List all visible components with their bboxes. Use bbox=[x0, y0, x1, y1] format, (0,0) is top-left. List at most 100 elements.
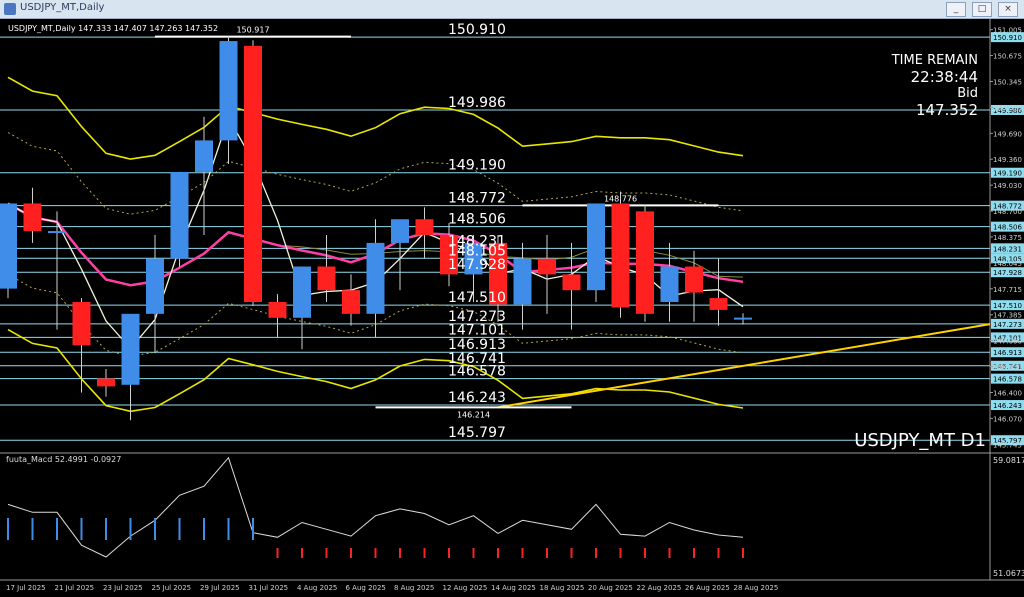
macd-histogram-bar bbox=[7, 518, 9, 540]
candle-body[interactable] bbox=[513, 258, 532, 305]
time-tick-label: 23 Jul 2025 bbox=[103, 584, 143, 592]
price-level-label: 148.506 bbox=[448, 212, 506, 228]
price-level-tag-label: 146.913 bbox=[993, 349, 1022, 357]
chart-window: USDJPY_MT,Daily _ □ × 150.910 149.986 149.… bbox=[0, 0, 1024, 597]
time-tick-label: 6 Aug 2025 bbox=[346, 584, 386, 592]
time-tick-label: 20 Aug 2025 bbox=[588, 584, 633, 592]
price-chart[interactable]: 150.910 149.986 149.190 148.772 148.506 148.2… bbox=[0, 0, 1024, 597]
time-tick-label: 4 Aug 2025 bbox=[297, 584, 337, 592]
price-level-label: 146.243 bbox=[448, 390, 506, 406]
price-level-tag-label: 147.273 bbox=[993, 321, 1022, 329]
band-upper-line bbox=[7, 76, 744, 160]
price-level-tag-label: 150.910 bbox=[993, 34, 1022, 42]
candle-body[interactable] bbox=[391, 219, 409, 243]
candle-body[interactable] bbox=[734, 317, 752, 320]
price-level-label: 148.772 bbox=[448, 191, 506, 207]
price-tick-label: 147.385 bbox=[993, 312, 1022, 320]
price-level-label: 147.928 bbox=[448, 257, 506, 273]
macd-histogram-bar bbox=[105, 518, 107, 540]
candle-body[interactable] bbox=[587, 203, 605, 291]
price-tick-label: 145.745 bbox=[993, 441, 1022, 449]
price-level-tag-label: 146.243 bbox=[993, 402, 1022, 410]
price-tick-label: 148.700 bbox=[993, 208, 1022, 216]
candle-body[interactable] bbox=[342, 290, 360, 314]
candle-body[interactable] bbox=[23, 203, 42, 232]
candle-body[interactable] bbox=[293, 266, 311, 318]
price-level-label: 147.510 bbox=[448, 290, 506, 306]
low-mark-label: 146.214 bbox=[457, 410, 490, 419]
candle-body[interactable] bbox=[48, 231, 66, 234]
candle-body[interactable] bbox=[317, 266, 336, 291]
price-level-label: 150.910 bbox=[448, 22, 506, 38]
time-tick-label: 17 Jul 2025 bbox=[6, 584, 46, 592]
price-tick-label: 146.730 bbox=[993, 364, 1022, 372]
candle-body[interactable] bbox=[366, 242, 385, 314]
chart-header: USDJPY_MT,Daily 147.333 147.407 147.263 … bbox=[8, 24, 218, 33]
candle-body[interactable] bbox=[244, 45, 262, 303]
price-tick-label: 146.400 bbox=[993, 389, 1022, 397]
time-tick-label: 12 Aug 2025 bbox=[443, 584, 488, 592]
candle-body[interactable] bbox=[97, 378, 115, 387]
macd-histogram-bar bbox=[595, 548, 597, 558]
macd-histogram-bar bbox=[472, 548, 475, 558]
candle-body[interactable] bbox=[0, 203, 17, 289]
price-tick-label: 148.045 bbox=[993, 260, 1022, 268]
price-level-tag-label: 148.506 bbox=[993, 224, 1022, 232]
price-tick-label: 149.690 bbox=[993, 130, 1022, 138]
macd-histogram-bar bbox=[399, 548, 401, 558]
macd-histogram-bar bbox=[546, 548, 548, 558]
time-tick-label: 21 Jul 2025 bbox=[55, 584, 95, 592]
candle-body[interactable] bbox=[660, 266, 679, 303]
macd-histogram-bar bbox=[570, 548, 573, 558]
macd-histogram-bar bbox=[521, 548, 524, 558]
candle-body[interactable] bbox=[562, 274, 581, 291]
macd-histogram-bar bbox=[325, 548, 328, 558]
time-tick-label: 25 Jul 2025 bbox=[152, 584, 192, 592]
price-level-label: 147.101 bbox=[448, 322, 506, 338]
price-tick-label: 149.030 bbox=[993, 182, 1022, 190]
indicator-tick-bottom: 51.0673 bbox=[993, 569, 1024, 578]
high-mark-label: 148.776 bbox=[604, 194, 637, 203]
macd-histogram-bar bbox=[668, 548, 671, 558]
candle-body[interactable] bbox=[611, 203, 630, 308]
indicator-label: fuuta_Macd 52.4991 -0.0927 bbox=[6, 455, 121, 464]
candle-body[interactable] bbox=[538, 258, 556, 275]
candle-body[interactable] bbox=[636, 211, 654, 314]
macd-histogram-bar bbox=[154, 518, 156, 540]
price-tick-label: 147.060 bbox=[993, 338, 1022, 346]
price-level-tag-label: 149.190 bbox=[993, 170, 1022, 178]
candle-body[interactable] bbox=[685, 266, 703, 293]
macd-histogram-bar bbox=[252, 518, 254, 540]
price-level-tag-label: 148.231 bbox=[993, 245, 1022, 253]
candle-body[interactable] bbox=[709, 298, 728, 310]
macd-histogram-bar bbox=[56, 518, 58, 540]
price-level-label: 145.797 bbox=[448, 425, 506, 441]
symbol-label: USDJPY_MT D1 bbox=[854, 430, 986, 451]
candle-body[interactable] bbox=[121, 313, 140, 385]
bid-value: 147.352 bbox=[916, 101, 978, 119]
time-tick-label: 28 Aug 2025 bbox=[734, 584, 779, 592]
price-tick-label: 146.070 bbox=[993, 415, 1022, 423]
price-tick-label: 150.015 bbox=[993, 104, 1022, 112]
macd-histogram-bar bbox=[644, 548, 646, 558]
candle-body[interactable] bbox=[146, 258, 164, 314]
candle-body[interactable] bbox=[415, 219, 434, 235]
time-axis: 17 Jul 2025 21 Jul 2025 23 Jul 2025 25 Jul … bbox=[6, 584, 778, 592]
candle-body[interactable] bbox=[219, 41, 238, 141]
time-tick-label: 8 Aug 2025 bbox=[394, 584, 434, 592]
high-mark-label: 150.917 bbox=[236, 26, 269, 35]
macd-histogram-bar bbox=[203, 518, 205, 540]
time-tick-label: 29 Jul 2025 bbox=[200, 584, 240, 592]
macd-histogram-bar bbox=[178, 518, 181, 540]
macd-histogram-bar bbox=[742, 548, 744, 558]
candle-body[interactable] bbox=[170, 171, 189, 259]
time-tick-label: 31 Jul 2025 bbox=[249, 584, 289, 592]
candle-body[interactable] bbox=[72, 302, 91, 346]
price-level-tag-label: 147.510 bbox=[993, 302, 1022, 310]
price-level-tag-label: 147.928 bbox=[993, 269, 1022, 277]
macd-histogram-bar bbox=[227, 518, 230, 540]
candle-body[interactable] bbox=[195, 140, 213, 172]
candle-body[interactable] bbox=[268, 302, 287, 318]
macd-histogram-bar bbox=[619, 548, 622, 558]
macd-histogram-bar bbox=[448, 548, 450, 558]
